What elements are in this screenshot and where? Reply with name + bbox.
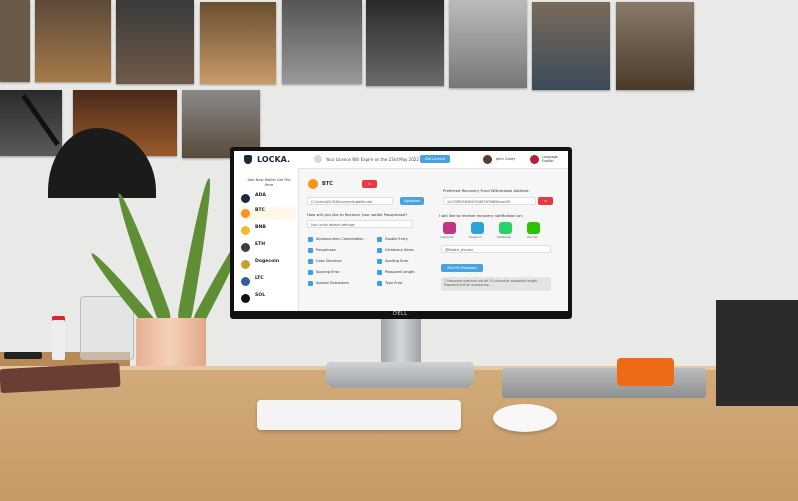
checkbox[interactable] bbox=[308, 237, 313, 242]
phone bbox=[4, 352, 42, 359]
recover-question: How will you like to Recover your wallet… bbox=[307, 212, 408, 217]
sidebar-item-sol[interactable]: SOL bbox=[238, 292, 296, 305]
option-label: Case Sensitive bbox=[316, 259, 342, 263]
checkbox[interactable] bbox=[308, 259, 313, 264]
wall-photo bbox=[200, 2, 276, 84]
wall-photo bbox=[449, 0, 527, 88]
coin-name: SOL bbox=[255, 293, 266, 298]
coin-name: Dogecoin bbox=[255, 259, 280, 264]
coin-title: BTC bbox=[322, 181, 333, 187]
checkbox[interactable] bbox=[377, 237, 382, 242]
app-screen: LOCKA. Your Licence Will Expire on the 2… bbox=[234, 151, 568, 311]
status-message: 7 Password matched out off 10 character … bbox=[441, 277, 551, 291]
glue-stick bbox=[52, 320, 65, 360]
wechat-icon[interactable] bbox=[527, 222, 540, 234]
option-label: Double Entry bbox=[385, 237, 408, 241]
social-label: Telegram bbox=[469, 235, 482, 239]
mouse bbox=[493, 404, 557, 432]
social-label: WhatsApp bbox=[497, 235, 512, 239]
checkbox[interactable] bbox=[308, 248, 313, 253]
monitor-brand: DELL bbox=[393, 311, 408, 317]
wall-photo bbox=[366, 0, 444, 86]
recovery-fund-label: Preferred Recovery Fund Withdrawal Addre… bbox=[443, 188, 529, 193]
close-button[interactable]: × bbox=[362, 180, 377, 188]
coin-name: ETH bbox=[255, 242, 266, 247]
instagram-icon[interactable] bbox=[443, 222, 456, 234]
bnb-icon bbox=[241, 226, 250, 235]
sidebar-item-ltc[interactable]: LTC bbox=[238, 275, 296, 288]
whatsapp-icon[interactable] bbox=[499, 222, 512, 234]
monitor-stand-base bbox=[326, 362, 474, 388]
btc-icon bbox=[308, 179, 318, 189]
eth-icon bbox=[241, 243, 250, 252]
wall-photo bbox=[116, 0, 194, 84]
uploaded-button[interactable]: Uploaded bbox=[400, 197, 424, 205]
checkbox[interactable] bbox=[377, 248, 382, 253]
printer bbox=[716, 300, 798, 406]
wall-photo bbox=[0, 0, 30, 82]
notify-label: I will like to receive recovery notifica… bbox=[439, 213, 524, 218]
app-header: LOCKA. Your Licence Will Expire on the 2… bbox=[234, 151, 568, 169]
clock-icon bbox=[314, 155, 322, 163]
social-label: Wechat bbox=[527, 235, 538, 239]
wall-photo bbox=[616, 2, 694, 90]
option-label: Spacing Error bbox=[316, 270, 340, 274]
option-label: Dictionary Items bbox=[385, 248, 414, 252]
language-selector[interactable]: Language English bbox=[542, 155, 558, 163]
checkbox[interactable] bbox=[308, 281, 313, 286]
option-label: Special Characters bbox=[316, 281, 349, 285]
ltc-icon bbox=[241, 277, 250, 286]
sidebar-item-dogecoin[interactable]: Dogecoin bbox=[238, 258, 296, 271]
social-label: Instagram bbox=[440, 235, 455, 239]
dogecoin-icon bbox=[241, 260, 250, 269]
monitor: LOCKA. Your Licence Will Expire on the 2… bbox=[230, 147, 572, 319]
locka-logo-icon bbox=[244, 155, 252, 164]
get-license-button[interactable]: Get Licence bbox=[420, 155, 450, 163]
coin-name: BTC bbox=[255, 208, 266, 213]
option-label: Spelling Error bbox=[385, 259, 409, 263]
wall-photo bbox=[532, 2, 610, 90]
option-label: Password Length bbox=[385, 270, 415, 274]
main-panel: BTC × C:\Users\ASUS\Documents\wallet.dat… bbox=[303, 172, 565, 311]
btc-icon bbox=[241, 209, 250, 218]
edit-button[interactable]: × bbox=[538, 197, 553, 205]
checkbox[interactable] bbox=[308, 270, 313, 275]
add-wallet-link[interactable]: Add New Wallet Get File Here bbox=[246, 178, 292, 187]
language-value: English bbox=[542, 159, 554, 163]
avatar[interactable] bbox=[483, 155, 492, 164]
option-label: Alphanumeric Combination bbox=[316, 237, 364, 241]
license-notice: Your Licence Will Expire on the 23rd May… bbox=[326, 157, 419, 162]
find-password-button[interactable]: Find My Password bbox=[441, 264, 483, 272]
keyboard bbox=[257, 400, 461, 430]
checkbox[interactable] bbox=[377, 281, 382, 286]
app-logo: LOCKA. bbox=[257, 155, 291, 164]
handle-input[interactable]: @Robert_ducalai bbox=[441, 245, 551, 253]
option-label: Passphrase bbox=[316, 248, 336, 252]
coin-name: ADA bbox=[255, 193, 266, 198]
user-name: John Carey bbox=[496, 157, 516, 161]
sidebar-item-bnb[interactable]: BNB bbox=[238, 224, 296, 237]
sidebar-item-eth[interactable]: ETH bbox=[238, 241, 296, 254]
recovery-address-field[interactable]: 1LCV9RQ5N3NX3GH6T4FDNE8znaG9f bbox=[443, 197, 536, 205]
laptop bbox=[502, 368, 706, 398]
checkbox[interactable] bbox=[377, 270, 382, 275]
coin-name: BNB bbox=[255, 225, 266, 230]
ada-icon bbox=[241, 194, 250, 203]
wall-photo bbox=[0, 90, 62, 156]
wallet-path-field[interactable]: C:\Users\ASUS\Documents\wallet.dat bbox=[307, 197, 393, 205]
wall-photo bbox=[282, 0, 362, 84]
wall-photo bbox=[35, 0, 111, 82]
recover-select[interactable]: Use Locka default settings bbox=[307, 220, 413, 228]
checkbox[interactable] bbox=[377, 259, 382, 264]
telegram-icon[interactable] bbox=[471, 222, 484, 234]
sidebar: Add New Wallet Get File Here ADA BTC BNB… bbox=[234, 168, 299, 311]
coin-name: LTC bbox=[255, 276, 264, 281]
sidebar-item-btc[interactable]: BTC bbox=[238, 207, 296, 220]
sol-icon bbox=[241, 294, 250, 303]
sidebar-item-ada[interactable]: ADA bbox=[238, 192, 296, 205]
pen-jar bbox=[80, 296, 134, 360]
flag-icon[interactable] bbox=[530, 155, 539, 164]
external-drive bbox=[617, 358, 674, 386]
option-label: Typo Error bbox=[385, 281, 403, 285]
